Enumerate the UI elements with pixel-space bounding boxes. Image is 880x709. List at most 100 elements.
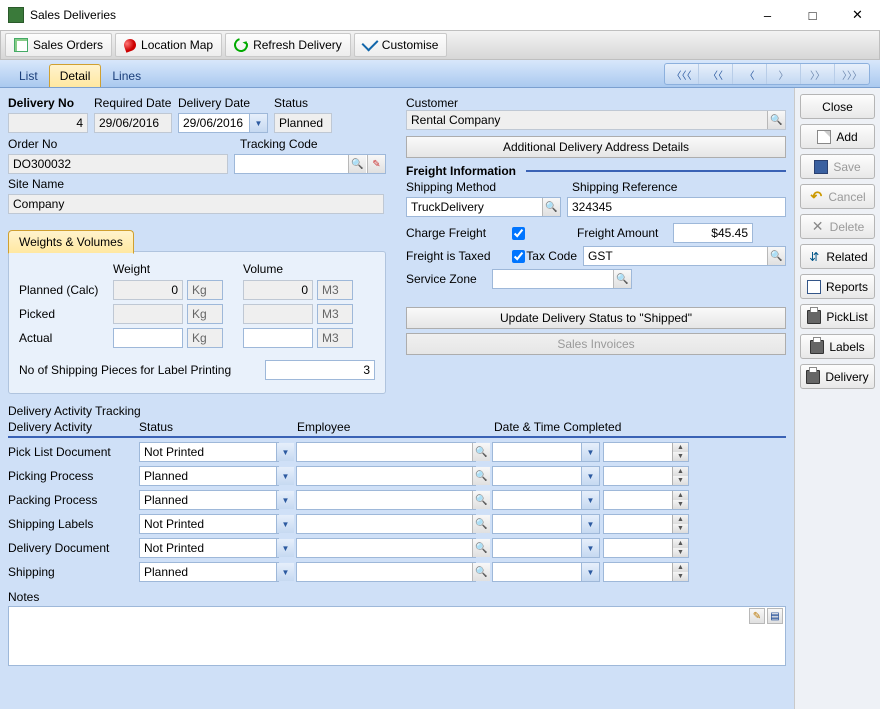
reports-button[interactable]: Reports <box>800 274 875 299</box>
service-zone-lookup[interactable]: 🔍 <box>492 269 632 289</box>
spin-up-icon[interactable]: ▲ <box>672 491 688 500</box>
search-icon[interactable]: 🔍 <box>472 467 490 485</box>
customise-button[interactable]: Customise <box>354 33 448 57</box>
search-icon[interactable]: 🔍 <box>767 111 785 129</box>
weights-volumes-tab[interactable]: Weights & Volumes <box>8 230 134 254</box>
edit-icon[interactable]: ✎ <box>749 608 765 624</box>
dropdown-icon[interactable]: ▼ <box>581 563 599 581</box>
dat-employee-field[interactable] <box>296 514 476 534</box>
dropdown-icon[interactable]: ▼ <box>276 467 294 485</box>
search-icon[interactable]: 🔍 <box>472 443 490 461</box>
dat-date-combo[interactable]: ▼ <box>492 562 600 582</box>
related-button[interactable]: ⇵Related <box>800 244 875 269</box>
picklist-button[interactable]: PickList <box>800 304 875 329</box>
spin-up-icon[interactable]: ▲ <box>672 539 688 548</box>
dropdown-icon[interactable]: ▼ <box>276 491 294 509</box>
dat-status-combo[interactable]: ▼ <box>139 538 295 558</box>
dat-status-field[interactable] <box>139 442 279 462</box>
spin-down-icon[interactable]: ▼ <box>672 548 688 557</box>
document-icon[interactable]: ▤ <box>767 608 783 624</box>
nav-next-page[interactable]: 〉〉 <box>801 64 835 84</box>
dat-employee-lookup[interactable]: 🔍 <box>296 490 491 510</box>
dat-date-combo[interactable]: ▼ <box>492 538 600 558</box>
dat-employee-field[interactable] <box>296 562 476 582</box>
dat-employee-field[interactable] <box>296 442 476 462</box>
shipping-method-field[interactable] <box>406 197 561 217</box>
nav-next[interactable]: 〉 <box>767 64 801 84</box>
freight-amount-field[interactable] <box>673 223 753 243</box>
dat-employee-lookup[interactable]: 🔍 <box>296 562 491 582</box>
delivery-date-combo[interactable]: ▼ <box>178 113 268 133</box>
dat-employee-lookup[interactable]: 🔍 <box>296 466 491 486</box>
dropdown-icon[interactable]: ▼ <box>249 114 267 132</box>
dat-date-combo[interactable]: ▼ <box>492 466 600 486</box>
close-window-button[interactable]: ✕ <box>835 0 880 30</box>
dat-time-spinner[interactable]: ▲▼ <box>603 538 689 558</box>
search-icon[interactable]: 🔍 <box>613 270 631 288</box>
spin-down-icon[interactable]: ▼ <box>672 500 688 509</box>
dat-employee-field[interactable] <box>296 490 476 510</box>
search-icon[interactable]: 🔍 <box>472 515 490 533</box>
delivery-button[interactable]: Delivery <box>800 364 875 389</box>
dropdown-icon[interactable]: ▼ <box>581 539 599 557</box>
refresh-delivery-button[interactable]: Refresh Delivery <box>225 33 351 57</box>
tax-code-lookup[interactable]: 🔍 <box>583 246 786 266</box>
dat-employee-lookup[interactable]: 🔍 <box>296 538 491 558</box>
dat-status-combo[interactable]: ▼ <box>139 466 295 486</box>
dat-time-spinner[interactable]: ▲▼ <box>603 562 689 582</box>
dropdown-icon[interactable]: ▼ <box>276 563 294 581</box>
spin-up-icon[interactable]: ▲ <box>672 515 688 524</box>
dat-status-field[interactable] <box>139 514 279 534</box>
update-status-shipped-button[interactable]: Update Delivery Status to "Shipped" <box>406 307 786 329</box>
search-icon[interactable]: 🔍 <box>542 198 560 216</box>
search-icon[interactable]: 🔍 <box>472 539 490 557</box>
dat-employee-lookup[interactable]: 🔍 <box>296 514 491 534</box>
dropdown-icon[interactable]: ▼ <box>276 443 294 461</box>
dropdown-icon[interactable]: ▼ <box>581 443 599 461</box>
dat-time-spinner[interactable]: ▲▼ <box>603 514 689 534</box>
tab-list[interactable]: List <box>8 64 49 87</box>
actual-weight-field[interactable] <box>113 328 183 348</box>
dat-date-combo[interactable]: ▼ <box>492 490 600 510</box>
close-button[interactable]: Close <box>800 94 875 119</box>
actual-volume-field[interactable] <box>243 328 313 348</box>
spin-up-icon[interactable]: ▲ <box>672 443 688 452</box>
search-icon[interactable]: 🔍 <box>472 491 490 509</box>
charge-freight-checkbox[interactable] <box>512 227 525 240</box>
search-icon[interactable]: 🔍 <box>472 563 490 581</box>
dropdown-icon[interactable]: ▼ <box>581 467 599 485</box>
spin-down-icon[interactable]: ▼ <box>672 476 688 485</box>
tab-lines[interactable]: Lines <box>101 64 152 87</box>
search-icon[interactable]: 🔍 <box>767 247 785 265</box>
nav-prev[interactable]: 〈 <box>733 64 767 84</box>
tax-code-field[interactable] <box>583 246 786 266</box>
dat-employee-lookup[interactable]: 🔍 <box>296 442 491 462</box>
dat-status-field[interactable] <box>139 466 279 486</box>
service-zone-field[interactable] <box>492 269 632 289</box>
dat-time-spinner[interactable]: ▲▼ <box>603 466 689 486</box>
add-button[interactable]: Add <box>800 124 875 149</box>
location-map-button[interactable]: Location Map <box>115 33 222 57</box>
nav-last[interactable]: 〉〉〉 <box>835 64 869 84</box>
minimize-button[interactable]: – <box>745 0 790 30</box>
shipping-reference-field[interactable] <box>567 197 786 217</box>
shipping-method-lookup[interactable]: 🔍 <box>406 197 561 217</box>
dat-status-field[interactable] <box>139 538 279 558</box>
spin-down-icon[interactable]: ▼ <box>672 572 688 581</box>
additional-address-button[interactable]: Additional Delivery Address Details <box>406 136 786 158</box>
sales-orders-button[interactable]: Sales Orders <box>5 33 112 57</box>
labels-button[interactable]: Labels <box>800 334 875 359</box>
dat-date-combo[interactable]: ▼ <box>492 442 600 462</box>
dat-status-field[interactable] <box>139 562 279 582</box>
dat-employee-field[interactable] <box>296 466 476 486</box>
tracking-code-lookup[interactable]: 🔍 ✎ <box>234 154 386 174</box>
dat-time-spinner[interactable]: ▲▼ <box>603 442 689 462</box>
dropdown-icon[interactable]: ▼ <box>276 539 294 557</box>
spin-up-icon[interactable]: ▲ <box>672 467 688 476</box>
dat-date-combo[interactable]: ▼ <box>492 514 600 534</box>
dat-status-combo[interactable]: ▼ <box>139 514 295 534</box>
dat-status-combo[interactable]: ▼ <box>139 442 295 462</box>
spin-up-icon[interactable]: ▲ <box>672 563 688 572</box>
edit-icon[interactable]: ✎ <box>367 155 385 173</box>
dat-time-spinner[interactable]: ▲▼ <box>603 490 689 510</box>
